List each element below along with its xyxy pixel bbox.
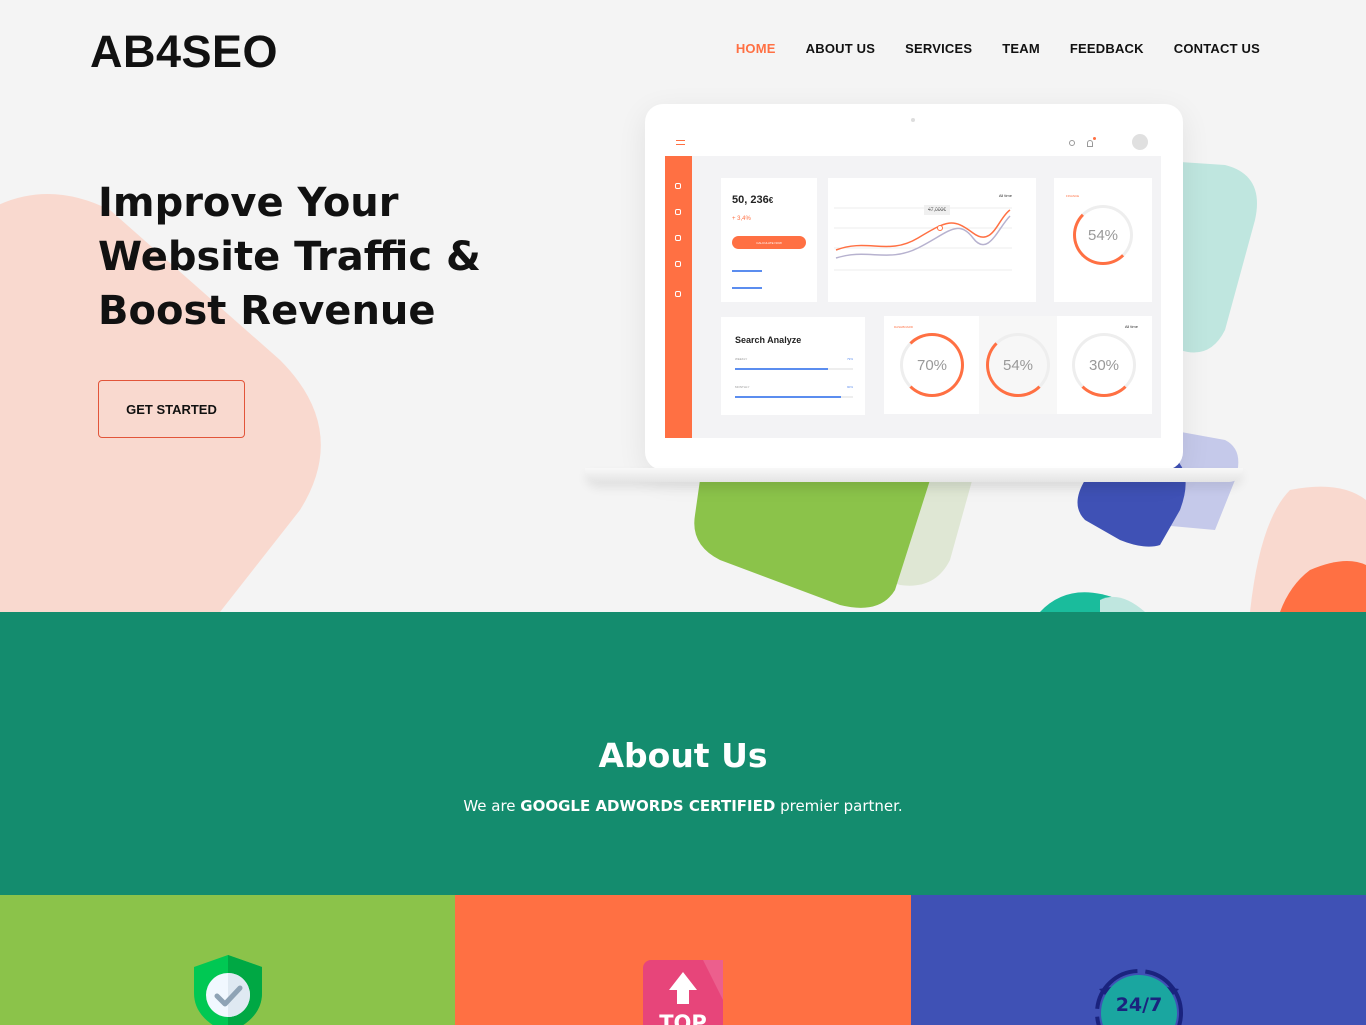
monthly-progress-track (735, 396, 853, 398)
laptop-dashboard-mockup: 50, 236€ + 3,4% CALCULATE NOW All time 4… (645, 104, 1183, 470)
laptop-base (585, 468, 1243, 482)
avatar (1132, 134, 1148, 150)
rings-label: DASHBOARD (894, 325, 914, 329)
percent-rings-card: DASHBOARD All time 70% 54% 30% (884, 316, 1152, 414)
dashboard-screen: 50, 236€ + 3,4% CALCULATE NOW All time 4… (665, 156, 1161, 438)
home-icon (675, 183, 681, 189)
percent-ring-2: 54% (986, 333, 1050, 397)
monthly-label: MONTHLY (735, 385, 750, 389)
about-title: About Us (598, 736, 768, 775)
support-icon-text: 24/7 (1115, 994, 1162, 1016)
about-text: We are GOOGLE ADWORDS CERTIFIED premier … (0, 797, 1366, 815)
top-arrow-icon: TOP (643, 960, 723, 1025)
revenue-value: 50, 236€ (732, 194, 773, 206)
nav-team[interactable]: TEAM (1002, 41, 1040, 56)
features-row: TOP 24/7 (0, 895, 1366, 1025)
percent-ring-3: 30% (1072, 333, 1136, 397)
revenue-change: + 3,4% (732, 216, 751, 222)
percent-ring-3-value: 30% (1088, 356, 1120, 374)
nav-feedback[interactable]: FEEDBACK (1070, 41, 1144, 56)
feature-tile-support: 24/7 (911, 895, 1366, 1025)
finance-ring: 54% (1073, 205, 1133, 265)
hero-headline-line-1: Improve Your (98, 180, 399, 226)
monthly-progress-fill (735, 396, 842, 398)
nav-services[interactable]: SERVICES (905, 41, 972, 56)
weekly-progress-track (735, 368, 853, 370)
search-analyze-card: Search Analyze WEEKLY 79% MONTHLY 90% (721, 317, 865, 415)
feature-tile-top: TOP (455, 895, 911, 1025)
revenue-progress-bar-2 (732, 287, 762, 289)
revenue-card: 50, 236€ + 3,4% CALCULATE NOW (721, 178, 817, 302)
hero-headline-line-2: Website Traffic & (98, 234, 481, 280)
share-icon (675, 235, 681, 241)
about-section: About Us We are GOOGLE ADWORDS CERTIFIED… (0, 612, 1366, 895)
top-icon-text: TOP (659, 1011, 707, 1025)
hero-headline: Improve Your Website Traffic & Boost Rev… (98, 176, 518, 338)
user-icon (675, 291, 681, 297)
finance-card: FINANCE 54% (1054, 178, 1152, 302)
site-header: AB4SEO HOME ABOUT US SERVICES TEAM FEEDB… (0, 0, 1366, 100)
finance-label: FINANCE (1066, 194, 1080, 198)
feature-tile-secure (0, 895, 455, 1025)
weekly-progress-fill (735, 368, 829, 370)
weekly-label: WEEKLY (735, 357, 748, 361)
monthly-value: 90% (846, 385, 853, 389)
search-icon (1069, 140, 1075, 146)
support-24-7-icon: 24/7 (1094, 969, 1183, 1025)
finance-percent: 54% (1087, 226, 1119, 244)
revenue-progress-bar-1 (732, 270, 762, 272)
revenue-currency: € (768, 196, 774, 205)
about-text-bold: GOOGLE ADWORDS CERTIFIED (520, 797, 776, 815)
dashboard-sidebar (665, 156, 692, 438)
percent-ring-2-value: 54% (1002, 356, 1034, 374)
about-text-suffix: premier partner. (775, 797, 903, 815)
nav-home[interactable]: HOME (736, 41, 776, 56)
bell-icon (1087, 140, 1093, 147)
search-analyze-title: Search Analyze (735, 335, 802, 345)
weekly-value: 79% (846, 357, 853, 361)
traffic-line-chart (834, 207, 1012, 271)
menu-icon (676, 140, 685, 145)
percent-ring-1: 70% (900, 333, 964, 397)
calculate-now-button[interactable]: CALCULATE NOW (732, 236, 806, 249)
nav-about-us[interactable]: ABOUT US (806, 41, 876, 56)
line-chart-card: All time 47,000€ (828, 178, 1036, 302)
laptop-camera (911, 118, 915, 122)
nav-contact-us[interactable]: CONTACT US (1174, 41, 1260, 56)
revenue-number: 50, 236 (732, 194, 769, 206)
shield-check-icon (193, 955, 262, 1025)
folder-icon (675, 261, 681, 267)
site-logo[interactable]: AB4SEO (90, 26, 278, 78)
about-text-prefix: We are (463, 797, 521, 815)
main-nav: HOME ABOUT US SERVICES TEAM FEEDBACK CON… (736, 41, 1260, 56)
rings-filter[interactable]: All time (1125, 324, 1138, 329)
get-started-button[interactable]: GET STARTED (98, 380, 245, 438)
notification-dot-icon (1093, 137, 1096, 140)
star-icon (675, 209, 681, 215)
hero-headline-line-3: Boost Revenue (98, 288, 436, 334)
percent-ring-1-value: 70% (916, 356, 948, 374)
